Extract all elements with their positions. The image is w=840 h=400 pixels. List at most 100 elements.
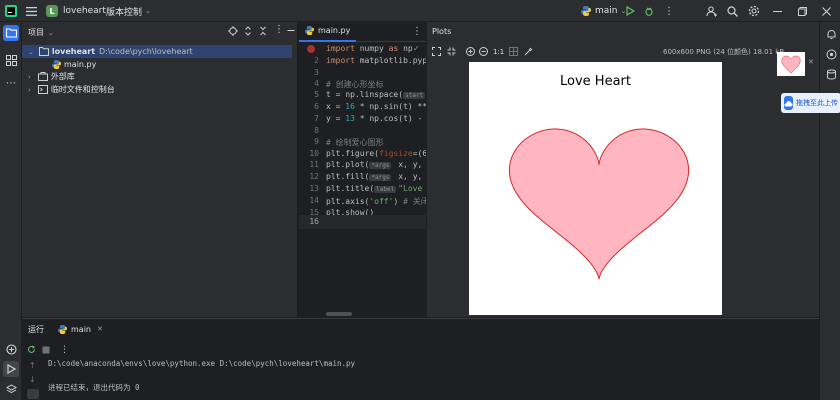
python-icon	[58, 324, 67, 334]
root-folder-path: D:\code\pych\loveheart	[99, 47, 193, 56]
editor-tab-main-py[interactable]: main.py	[299, 22, 357, 42]
expand-all-icon[interactable]	[243, 26, 253, 39]
project-tool-icon[interactable]	[3, 25, 19, 41]
zoom-in-icon[interactable]	[466, 46, 475, 59]
code-line: import numpy as np	[326, 44, 413, 53]
collapse-all-icon[interactable]	[258, 26, 268, 39]
run-toolbar: ⋮	[27, 344, 69, 356]
code-line: 2import matplotlib.pyplot	[314, 56, 426, 65]
stop-icon[interactable]	[42, 344, 50, 357]
color-picker-icon[interactable]	[524, 46, 533, 59]
run-panel-title: 运行	[28, 324, 44, 334]
project-panel-header[interactable]: 项目 ⌄	[28, 26, 54, 39]
scratches-label: 临时文件和控制台	[50, 85, 115, 94]
fit-to-window-icon[interactable]	[432, 46, 441, 59]
run-config-selector[interactable]: main ⌄	[581, 0, 626, 22]
close-window-icon[interactable]	[822, 0, 831, 22]
horizontal-scrollbar[interactable]	[326, 312, 352, 316]
chevron-down-icon: ⌄	[28, 47, 34, 56]
code-line: 6x = 16 * np.sin(t) ** 3	[314, 102, 426, 111]
zoom-level-button[interactable]: 1:1	[493, 48, 504, 56]
run-panel-header: 运行 main ✕	[28, 322, 103, 336]
project-panel: 项目 ⌄ ⋮ ⌄ loveheart D:\code\pych\lovehear…	[22, 22, 298, 317]
run-tab-main[interactable]: main ✕	[58, 324, 103, 334]
notifications-icon[interactable]	[823, 26, 839, 42]
project-switcher[interactable]: L loveheart ⌄	[46, 0, 115, 22]
rerun-icon[interactable]	[27, 344, 36, 357]
plots-toolbar: 1:1	[432, 46, 533, 58]
run-tab-label: main	[71, 324, 91, 334]
database-icon[interactable]	[823, 66, 839, 82]
run-panel: 运行 main ✕ ⋮ ↑ ↓ D:\code\anaconda\envs\lo…	[22, 318, 819, 400]
actual-size-icon[interactable]	[447, 46, 456, 59]
code-line: 9 # 绘制爱心图形	[314, 137, 384, 147]
editor-options-icon[interactable]: ⋮	[412, 26, 422, 37]
plot-image: Love Heart	[469, 62, 722, 315]
project-badge: L	[46, 5, 58, 17]
left-tool-strip: ⋯	[0, 22, 22, 400]
library-icon	[37, 72, 48, 81]
hide-panel-icon[interactable]	[287, 25, 295, 38]
folder-icon	[38, 47, 49, 56]
console-command: D:\code\anaconda\envs\love\python.exe D:…	[48, 359, 356, 368]
soft-wrap-icon[interactable]	[27, 389, 39, 399]
search-icon[interactable]	[727, 0, 738, 22]
plot-thumbnail[interactable]	[777, 52, 805, 76]
run-button[interactable]	[626, 0, 635, 22]
more-actions-icon[interactable]: ⋮	[664, 0, 674, 22]
external-libraries-label: 外部库	[50, 72, 75, 81]
code-line: 7y = 13 * np.cos(t) - 5	[314, 114, 426, 123]
minimize-window-icon[interactable]	[773, 0, 782, 22]
file-name: main.py	[64, 60, 97, 69]
python-file-icon	[52, 60, 61, 69]
layers-icon[interactable]	[3, 381, 19, 397]
panel-options-icon[interactable]: ⋮	[274, 24, 284, 35]
code-line: 13plt.title(label"Love He	[309, 184, 426, 193]
structure-tool-icon[interactable]	[3, 52, 19, 68]
grid-toggle-icon[interactable]	[509, 46, 519, 59]
ai-assistant-icon[interactable]	[823, 46, 839, 62]
upload-popup-label: 拖拽至此上传	[796, 99, 838, 107]
profile-icon[interactable]	[706, 0, 717, 22]
tree-item-external-libraries[interactable]: › 外部库	[22, 70, 75, 83]
tree-item-scratches[interactable]: › 临时文件和控制台	[22, 83, 115, 96]
more-tools-icon[interactable]: ⋯	[3, 75, 19, 91]
tree-item-root[interactable]: ⌄ loveheart D:\code\pych\loveheart	[22, 45, 292, 58]
editor-tab-label: main.py	[318, 26, 351, 35]
locate-file-icon[interactable]	[228, 26, 238, 39]
settings-gear-icon[interactable]	[748, 0, 760, 22]
image-info: 600x600 PNG (24 位颜色) 18.01 kB	[663, 48, 785, 56]
main-menu-icon[interactable]	[26, 0, 37, 22]
right-tool-strip	[819, 22, 840, 400]
scroll-up-icon[interactable]: ↑	[29, 361, 36, 370]
editor-tab-bar: main.py ⋮	[299, 22, 426, 42]
code-line: 12plt.fill(*args x, y, col	[309, 172, 426, 181]
scroll-down-icon[interactable]: ↓	[29, 375, 36, 384]
root-folder-name: loveheart	[51, 47, 96, 56]
chevron-down-icon: ⌄	[145, 7, 151, 15]
code-line: 11plt.plot(*args x, y, col	[309, 160, 426, 169]
cloud-upload-icon	[784, 96, 793, 110]
vcs-menu-label: 版本控制	[106, 7, 143, 18]
python-file-icon	[305, 26, 314, 35]
close-tab-icon[interactable]: ✕	[97, 325, 103, 333]
run-options-icon[interactable]: ⋮	[60, 345, 69, 355]
chevron-down-icon: ⌄	[48, 28, 54, 37]
vcs-menu[interactable]: 版本控制 ⌄	[106, 0, 151, 22]
run-tool-icon[interactable]	[3, 361, 19, 377]
current-line: 16	[299, 215, 426, 229]
python-packages-icon[interactable]	[3, 341, 19, 357]
title-bar: L loveheart ⌄ 版本控制 ⌄ main ⌄ ⋮	[0, 0, 840, 22]
debug-button[interactable]	[644, 0, 654, 22]
app-logo-icon	[5, 0, 17, 22]
close-thumbnail-icon[interactable]: ✕	[808, 58, 814, 66]
run-icon	[626, 6, 635, 16]
plots-panel-title: Plots	[432, 27, 452, 36]
chevron-right-icon: ›	[28, 85, 31, 94]
project-name: loveheart	[63, 6, 106, 16]
restore-window-icon[interactable]	[798, 0, 807, 22]
code-editor[interactable]: main.py ⋮ ✓ import numpy as np 2 import m…	[299, 22, 426, 317]
upload-popup[interactable]: 拖拽至此上传	[781, 93, 840, 113]
chevron-right-icon: ›	[28, 72, 31, 81]
zoom-out-icon[interactable]	[479, 46, 488, 59]
